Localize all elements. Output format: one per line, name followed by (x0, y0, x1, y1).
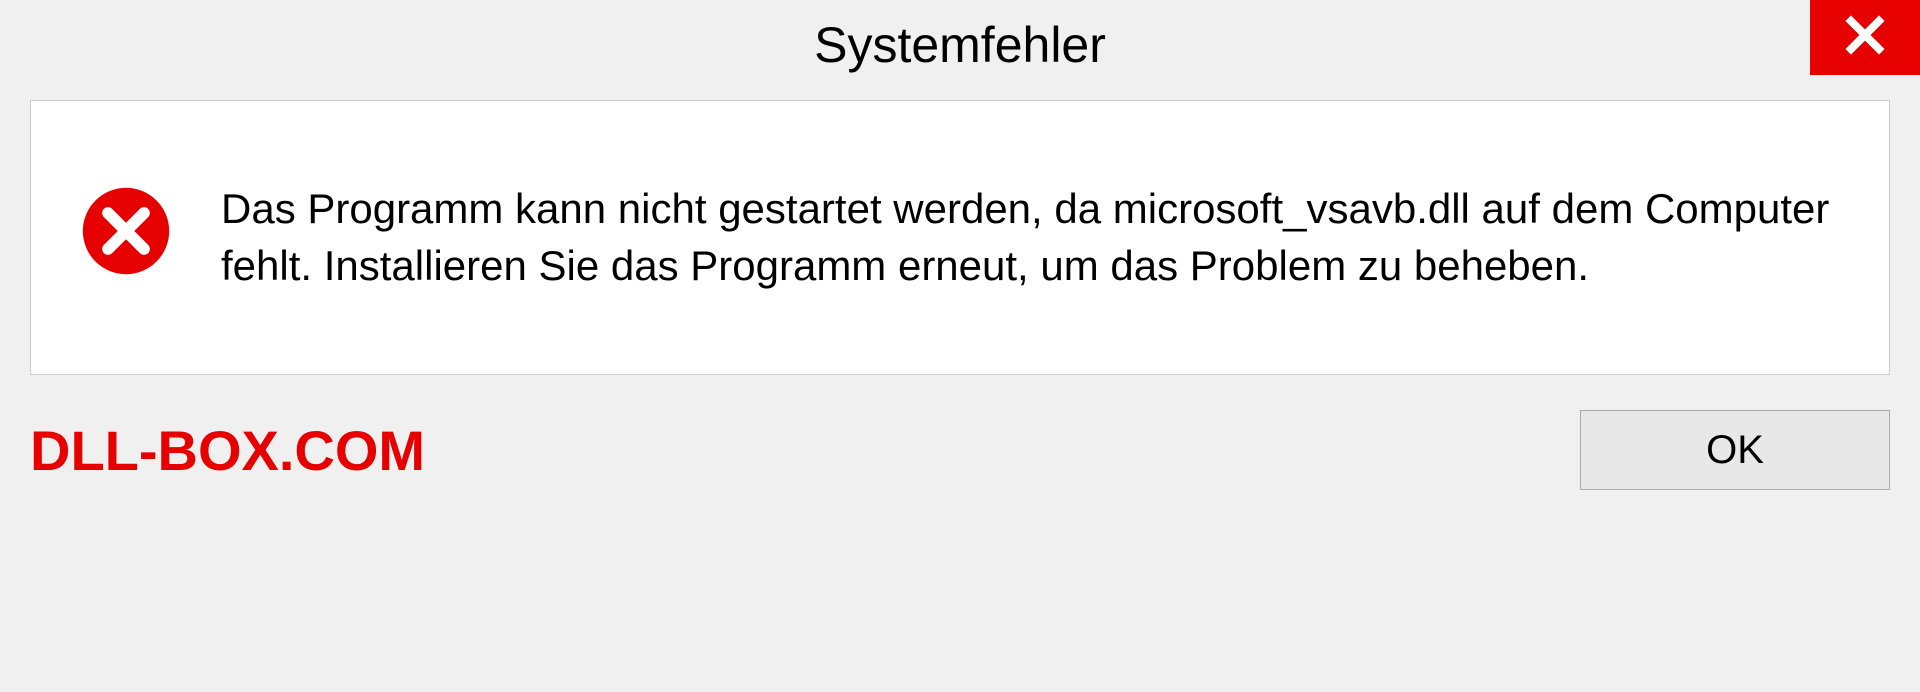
close-icon (1844, 14, 1886, 61)
footer: DLL-BOX.COM OK (0, 375, 1920, 490)
error-message: Das Programm kann nicht gestartet werden… (221, 181, 1839, 294)
titlebar: Systemfehler (0, 0, 1920, 90)
window-title: Systemfehler (814, 16, 1106, 74)
error-icon (81, 186, 171, 281)
content-panel: Das Programm kann nicht gestartet werden… (30, 100, 1890, 375)
close-button[interactable] (1810, 0, 1920, 75)
watermark-text: DLL-BOX.COM (30, 418, 425, 483)
ok-button[interactable]: OK (1580, 410, 1890, 490)
